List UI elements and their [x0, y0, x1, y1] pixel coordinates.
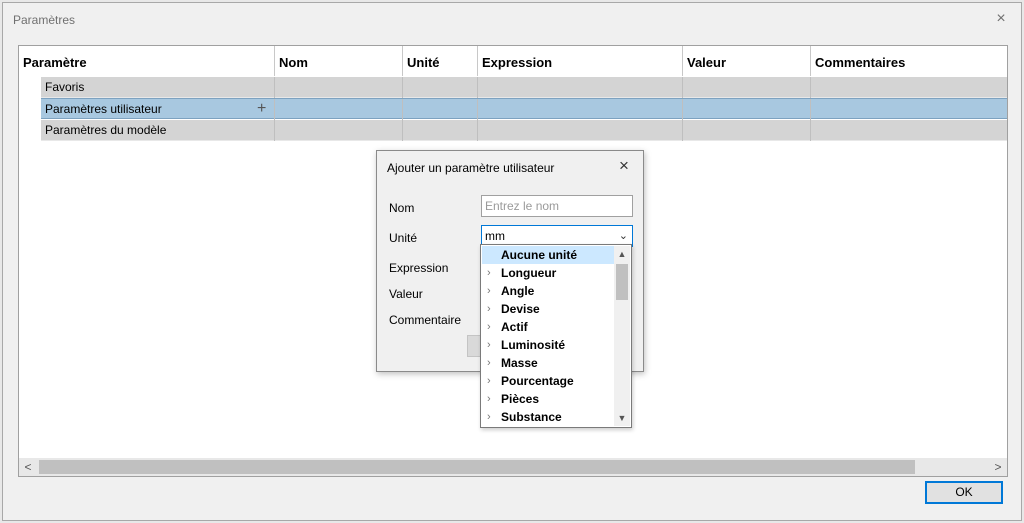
dropdown-item[interactable]: › Luminosité	[482, 336, 614, 354]
dropdown-item[interactable]: › Substance	[482, 408, 614, 426]
unite-value: mm	[485, 229, 505, 243]
column-header-commentaires[interactable]: Commentaires	[811, 46, 1007, 76]
window-title: Paramètres	[13, 13, 76, 27]
table-row-parametres-utilisateur[interactable]: Paramètres utilisateur +	[41, 98, 1007, 120]
horizontal-scrollbar[interactable]: < >	[19, 458, 1007, 476]
column-header-unite[interactable]: Unité	[403, 46, 478, 76]
dropdown-item[interactable]: › Pièces	[482, 390, 614, 408]
row-label: Paramètres utilisateur	[45, 102, 162, 116]
nom-input[interactable]: Entrez le nom	[481, 195, 633, 217]
chevron-right-icon: ›	[487, 303, 491, 315]
valeur-label: Valeur	[389, 287, 423, 301]
dropdown-item[interactable]: › Pourcentage	[482, 372, 614, 390]
chevron-right-icon: ›	[487, 411, 491, 423]
row-label: Favoris	[45, 80, 85, 94]
scroll-down-icon[interactable]: ▼	[614, 410, 630, 426]
table-header: Paramètre Nom Unité Expression Valeur Co…	[19, 46, 1007, 76]
nom-label: Nom	[389, 201, 415, 215]
scrollbar-thumb[interactable]	[616, 264, 628, 300]
chevron-right-icon: ›	[487, 285, 491, 297]
column-header-expression[interactable]: Expression	[478, 46, 683, 76]
dialog-title: Ajouter un paramètre utilisateur	[387, 161, 555, 175]
scrollbar-thumb[interactable]	[39, 460, 915, 474]
unite-label: Unité	[389, 231, 418, 245]
add-icon[interactable]: +	[257, 99, 266, 118]
scroll-up-icon[interactable]: ▲	[614, 246, 630, 262]
dropdown-item[interactable]: › Longueur	[482, 264, 614, 282]
table-row-favoris[interactable]: Favoris	[41, 77, 1007, 98]
dropdown-item[interactable]: › Angle	[482, 282, 614, 300]
table-row-parametres-du-modele[interactable]: Paramètres du modèle	[41, 120, 1007, 141]
close-icon[interactable]: ×	[991, 9, 1011, 29]
chevron-right-icon: ›	[487, 267, 491, 279]
dialog-close-icon[interactable]: ×	[613, 155, 635, 177]
column-header-nom[interactable]: Nom	[275, 46, 403, 76]
chevron-right-icon: ›	[487, 375, 491, 387]
commentaire-label: Commentaire	[389, 313, 462, 327]
column-header-parametre[interactable]: Paramètre	[19, 46, 275, 76]
dropdown-item[interactable]: › Devise	[482, 300, 614, 318]
chevron-right-icon: ›	[487, 321, 491, 333]
chevron-right-icon: ›	[487, 393, 491, 405]
dropdown-item[interactable]: › Actif	[482, 318, 614, 336]
row-label: Paramètres du modèle	[45, 123, 167, 137]
chevron-right-icon: ›	[487, 357, 491, 369]
ok-button[interactable]: OK	[925, 481, 1003, 504]
chevron-right-icon: ›	[487, 339, 491, 351]
dropdown-item[interactable]: › Masse	[482, 354, 614, 372]
chevron-down-icon[interactable]: ⌄	[619, 226, 628, 246]
dropdown-item[interactable]: Aucune unité	[482, 246, 614, 264]
dropdown-scrollbar[interactable]: ▲ ▼	[614, 246, 630, 426]
scroll-left-icon[interactable]: <	[19, 458, 37, 476]
scroll-right-icon[interactable]: >	[989, 458, 1007, 476]
column-header-valeur[interactable]: Valeur	[683, 46, 811, 76]
expression-label: Expression	[389, 261, 449, 275]
unit-dropdown-list: Aucune unité › Longueur › Angle › Devise › A…	[480, 244, 632, 428]
